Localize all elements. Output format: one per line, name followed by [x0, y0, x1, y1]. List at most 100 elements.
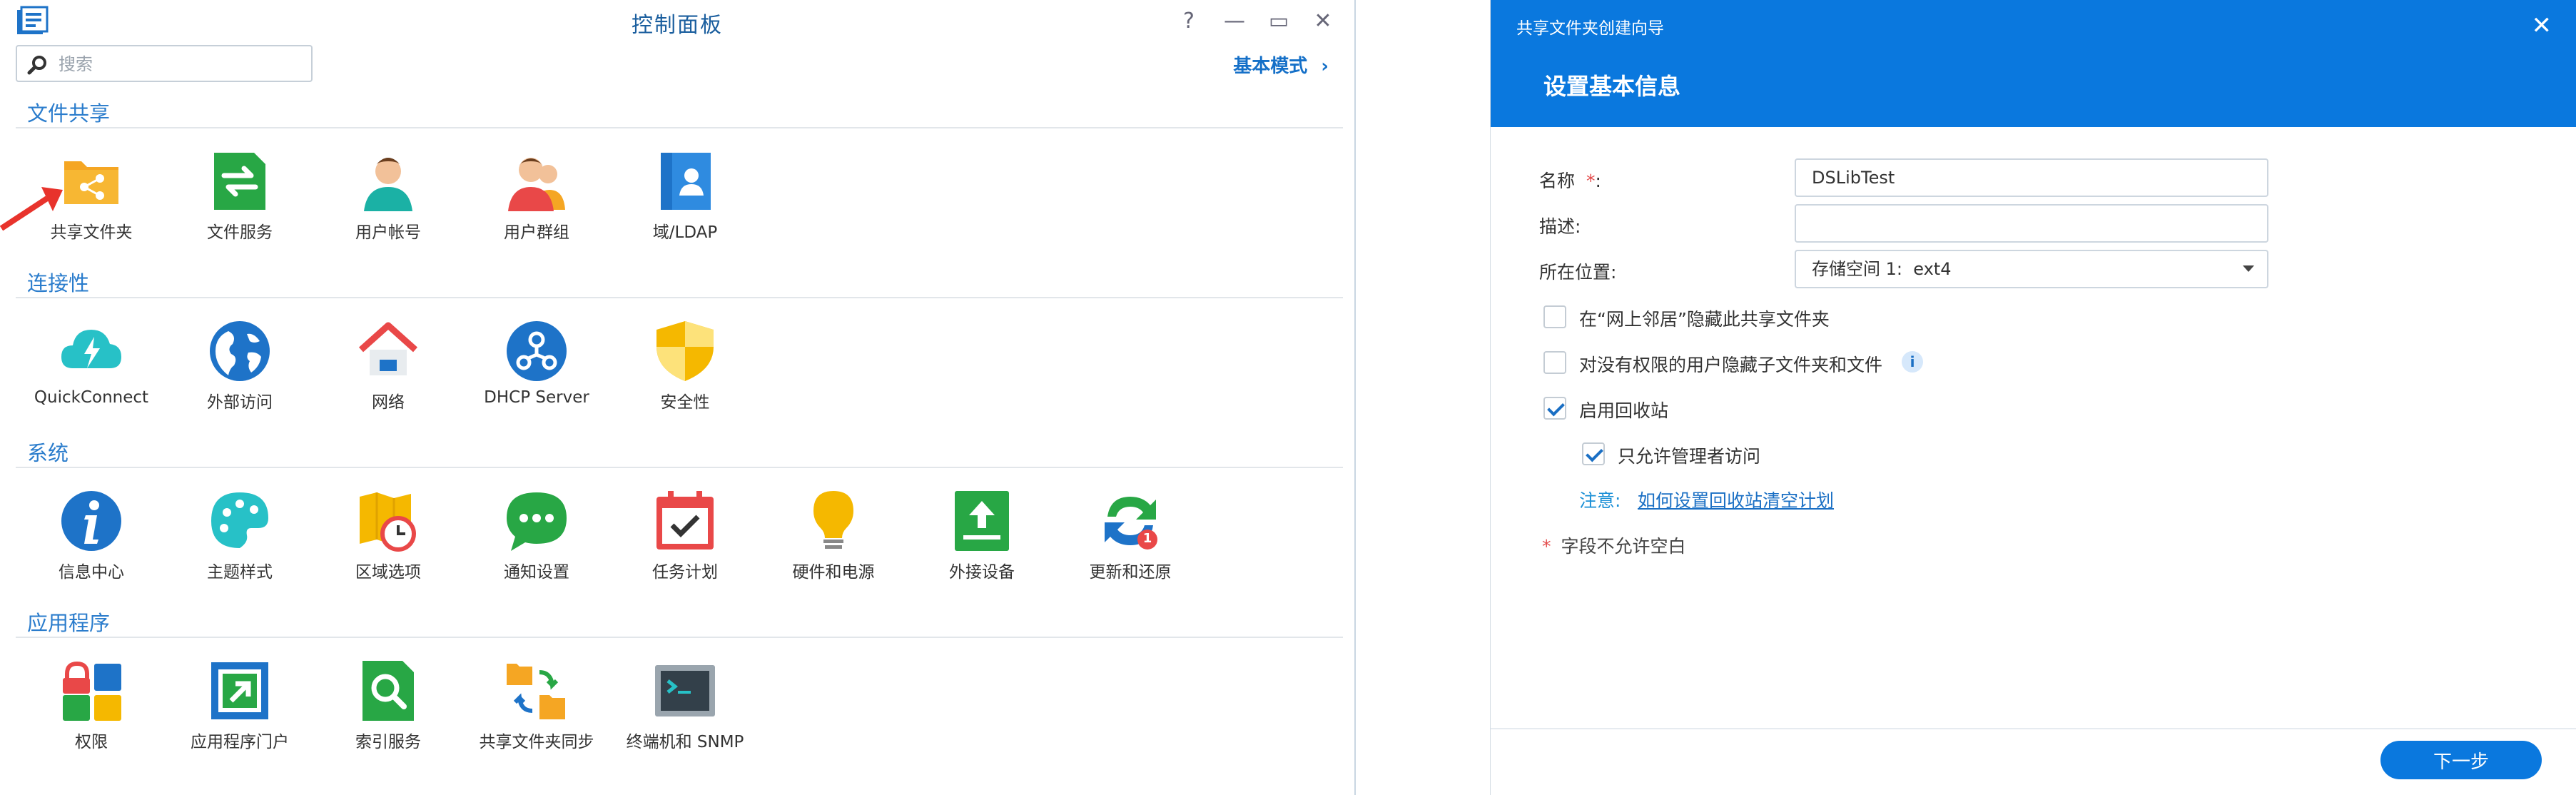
- info-icon[interactable]: i: [1902, 351, 1923, 373]
- admin-only-checkbox[interactable]: [1582, 442, 1605, 465]
- recycle-bin-schedule-link[interactable]: 如何设置回收站清空计划: [1638, 487, 1834, 512]
- section-title-applications: 应用程序: [27, 611, 111, 635]
- app-label: 外部访问: [207, 393, 273, 412]
- minimize-button[interactable]: —: [1220, 7, 1249, 36]
- close-button[interactable]: ✕: [1309, 7, 1337, 36]
- caret-down-icon: [2243, 265, 2254, 272]
- file-services-icon: [214, 153, 265, 210]
- search-box[interactable]: [16, 45, 313, 82]
- note-label: 注意:: [1579, 490, 1621, 511]
- name-input[interactable]: [1795, 158, 2268, 197]
- required-note-text: 字段不允许空白: [1561, 536, 1686, 557]
- hide-in-network-checkbox[interactable]: [1543, 305, 1566, 328]
- app-hardware-power[interactable]: 硬件和电源: [762, 488, 905, 582]
- app-application-portal[interactable]: 应用程序门户: [168, 658, 311, 752]
- description-label: 描述:: [1539, 216, 1581, 237]
- app-user-group[interactable]: 用户群组: [465, 148, 608, 243]
- section-divider: [16, 467, 1343, 468]
- regional-options-icon: [360, 492, 416, 552]
- maximize-button[interactable]: ▭: [1264, 7, 1293, 36]
- app-label: 应用程序门户: [191, 733, 289, 751]
- update-badge: 1: [1142, 531, 1152, 546]
- app-dhcp-server[interactable]: DHCP Server: [465, 318, 608, 407]
- location-select-value: 存储空间 1: ext4: [1812, 259, 1952, 279]
- app-external-devices[interactable]: 外接设备: [911, 488, 1053, 582]
- app-update-restore[interactable]: 1 更新和还原: [1059, 488, 1202, 582]
- app-domain-ldap[interactable]: 域/LDAP: [614, 148, 756, 243]
- info-center-icon: [61, 491, 121, 551]
- app-label: 用户群组: [504, 223, 569, 242]
- app-indexing-service[interactable]: 索引服务: [317, 658, 460, 752]
- section-title-connectivity: 连接性: [27, 271, 90, 295]
- app-quickconnect[interactable]: QuickConnect: [20, 318, 163, 407]
- enable-recycle-bin-checkbox[interactable]: [1543, 397, 1566, 420]
- search-input[interactable]: [57, 52, 303, 76]
- name-label: 名称 *:: [1539, 167, 1601, 193]
- wizard-header: 共享文件夹创建向导 ✕ 设置基本信息: [1491, 0, 2576, 127]
- app-label: 用户帐号: [355, 223, 421, 242]
- user-account-icon: [364, 158, 412, 211]
- app-label: 索引服务: [355, 733, 421, 751]
- required-note-mark: *: [1542, 536, 1551, 557]
- task-scheduler-icon: [656, 491, 714, 550]
- wizard-step-title: 设置基本信息: [1543, 73, 1681, 100]
- app-label: 区域选项: [355, 563, 421, 582]
- window-title: 控制面板: [632, 13, 723, 38]
- section-divider: [16, 297, 1343, 298]
- app-terminal-snmp[interactable]: 终端机和 SNMP: [614, 658, 756, 752]
- hardware-power-icon: [813, 491, 853, 549]
- wizard-window-title: 共享文件夹创建向导: [1516, 19, 1664, 38]
- section-title-system: 系统: [27, 441, 69, 465]
- checkbox-label: 对没有权限的用户隐藏子文件夹和文件: [1579, 355, 1883, 375]
- basic-mode-label: 基本模式: [1233, 56, 1308, 77]
- app-info-center[interactable]: 信息中心: [20, 488, 163, 582]
- app-label: QuickConnect: [34, 388, 149, 407]
- dhcp-server-icon: [507, 321, 567, 381]
- app-label: DHCP Server: [484, 388, 589, 407]
- location-select[interactable]: 存储空间 1: ext4: [1795, 250, 2268, 288]
- app-label: 任务计划: [652, 563, 718, 582]
- app-privileges[interactable]: 权限: [20, 658, 163, 752]
- app-regional-options[interactable]: 区域选项: [317, 488, 460, 582]
- app-label: 硬件和电源: [792, 563, 875, 582]
- app-label: 主题样式: [207, 563, 273, 582]
- app-label: 文件服务: [207, 223, 273, 242]
- app-label: 通知设置: [504, 563, 569, 582]
- app-label: 更新和还原: [1089, 563, 1172, 582]
- app-label: 共享文件夹同步: [479, 733, 594, 751]
- help-button[interactable]: ?: [1175, 7, 1203, 36]
- close-icon[interactable]: ✕: [2532, 11, 2552, 40]
- basic-mode-link[interactable]: 基本模式 ›: [1233, 51, 1329, 78]
- description-input[interactable]: [1795, 204, 2268, 243]
- app-network[interactable]: 网络: [317, 318, 460, 412]
- hide-subfolders-checkbox[interactable]: [1543, 351, 1566, 374]
- name-label-colon: :: [1595, 171, 1601, 191]
- external-access-icon: [210, 321, 270, 381]
- app-task-scheduler[interactable]: 任务计划: [614, 488, 756, 582]
- control-panel-titlebar: 控制面板 ? — ▭ ✕: [0, 0, 1354, 43]
- terminal-snmp-icon: [655, 665, 715, 716]
- search-icon: [27, 56, 46, 75]
- app-theme[interactable]: 主题样式: [168, 488, 311, 582]
- app-label: 终端机和 SNMP: [626, 733, 744, 751]
- app-user-account[interactable]: 用户帐号: [317, 148, 460, 243]
- chevron-right-icon: ›: [1321, 56, 1329, 77]
- name-label-text: 名称: [1539, 171, 1576, 191]
- app-notification[interactable]: 通知设置: [465, 488, 608, 582]
- app-security[interactable]: 安全性: [614, 318, 756, 412]
- app-external-access[interactable]: 外部访问: [168, 318, 311, 412]
- footer-divider: [1491, 728, 2576, 729]
- app-shared-folder-sync[interactable]: 共享文件夹同步: [465, 658, 608, 752]
- app-shared-folder[interactable]: 共享文件夹: [20, 148, 163, 243]
- next-button[interactable]: 下一步: [2380, 741, 2542, 779]
- checkbox-label: 只允许管理者访问: [1618, 446, 1761, 467]
- notification-icon: [507, 492, 567, 551]
- indexing-service-icon: [362, 661, 414, 721]
- required-field-note: * 字段不允许空白: [1542, 532, 1685, 558]
- control-panel-window: 控制面板 ? — ▭ ✕ 基本模式 › 文件共享 共享文件夹: [0, 0, 1356, 795]
- app-label: 信息中心: [59, 563, 124, 582]
- security-shield-icon: [656, 321, 714, 381]
- required-mark: *: [1586, 171, 1596, 191]
- section-divider: [16, 637, 1343, 638]
- app-file-services[interactable]: 文件服务: [168, 148, 311, 243]
